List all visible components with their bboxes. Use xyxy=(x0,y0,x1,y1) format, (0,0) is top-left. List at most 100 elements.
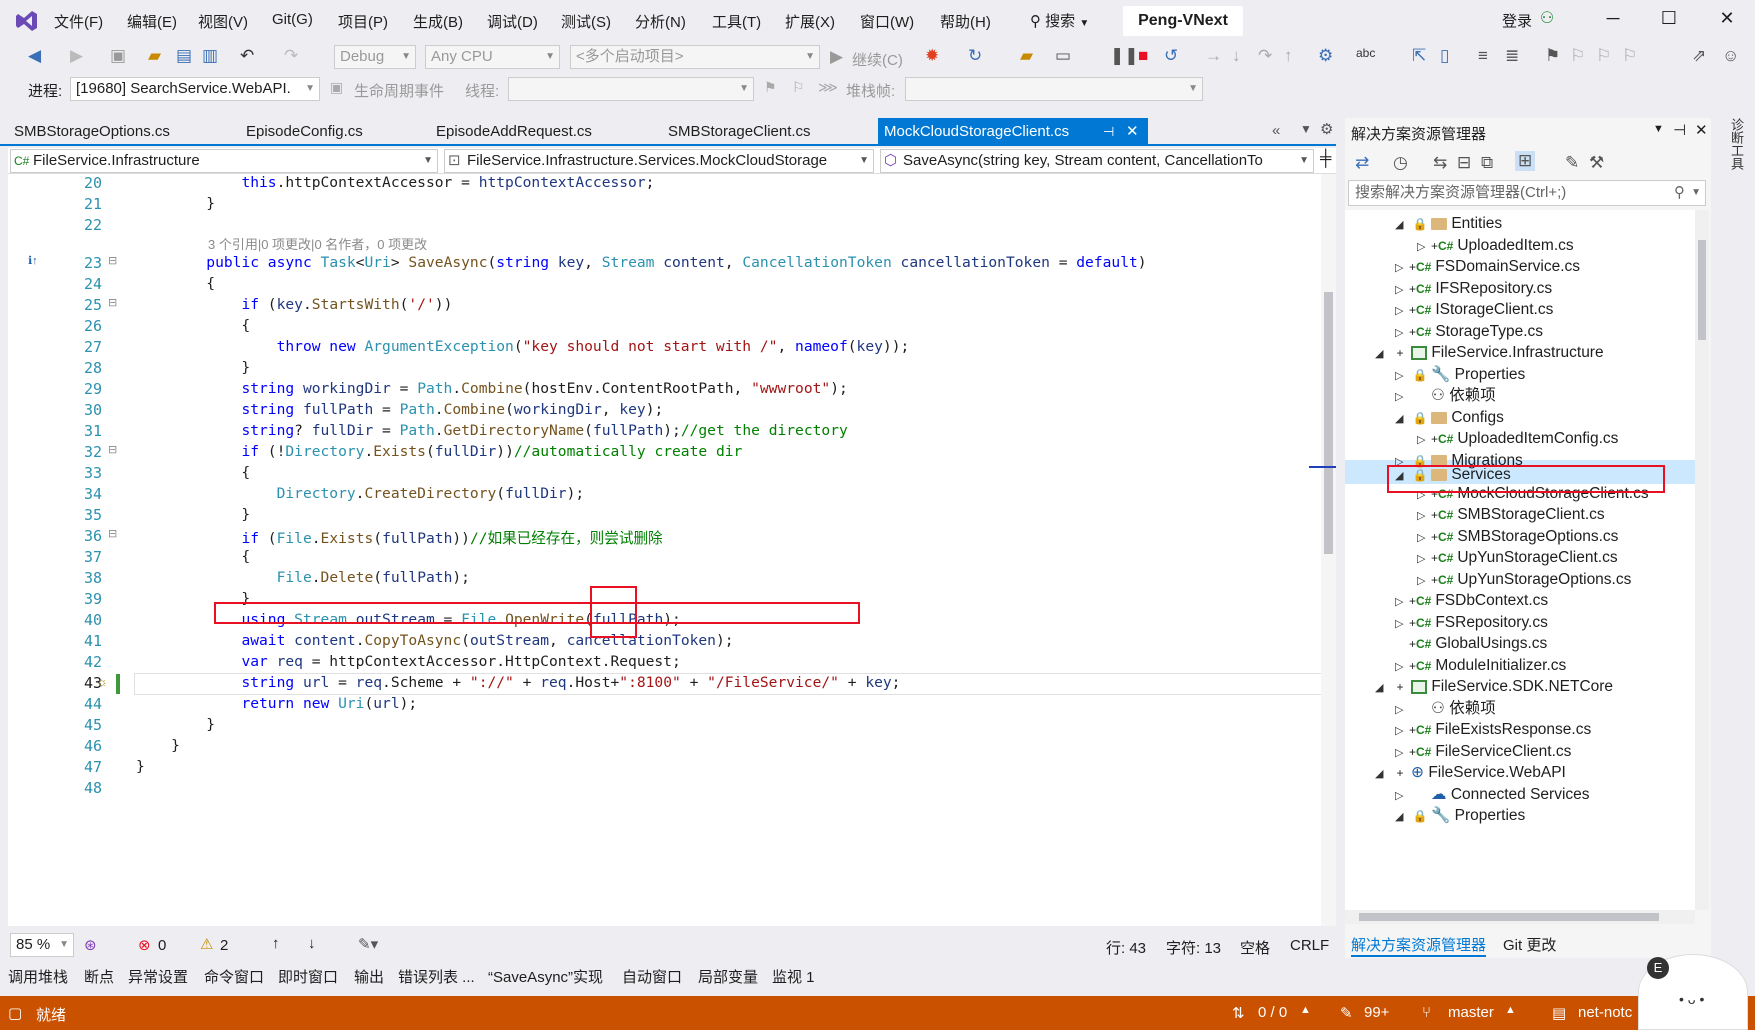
tree-item[interactable]: ▷ +C# SMBStorageClient.cs xyxy=(1417,503,1605,527)
sync-icon[interactable]: ⇅ xyxy=(1232,1004,1245,1022)
char-indicator[interactable]: 字符: 13 xyxy=(1166,937,1221,958)
properties-icon[interactable]: ✎ xyxy=(1565,153,1579,173)
visual-studio-logo-icon[interactable] xyxy=(14,8,40,34)
stackframe-select[interactable]: ▼ xyxy=(905,77,1203,101)
spacing-indicator[interactable]: 空格 xyxy=(1240,937,1270,958)
lifecycle-events-button[interactable]: 生命周期事件 xyxy=(354,80,444,101)
share-icon[interactable]: ⇗ xyxy=(1692,46,1706,66)
sync-count[interactable]: 0 / 0 xyxy=(1258,1004,1287,1021)
tab-exception-settings[interactable]: 异常设置 xyxy=(128,966,188,987)
menu-file[interactable]: 文件(F) xyxy=(54,11,103,32)
search-button[interactable]: ⚲ 搜索 ▼ xyxy=(1030,10,1110,31)
solution-search-input[interactable]: 搜索解决方案资源管理器(Ctrl+;) ⚲ ▼ xyxy=(1348,180,1706,206)
tab-smbstorageclient[interactable]: SMBStorageClient.cs xyxy=(662,118,872,146)
collapse-icon[interactable]: ⊟ xyxy=(108,296,117,309)
next-issue-icon[interactable]: ↓ xyxy=(308,935,316,952)
tree-item[interactable]: ▷ +C# FileExistsResponse.cs xyxy=(1395,718,1591,742)
line-indicator[interactable]: 行: 43 xyxy=(1106,937,1146,958)
tree-item[interactable]: ▷ +C# UpYunStorageClient.cs xyxy=(1417,546,1618,570)
restart-icon[interactable]: ↻ xyxy=(968,46,982,66)
new-project-icon[interactable]: ▣ xyxy=(110,46,126,66)
menu-test[interactable]: 测试(S) xyxy=(561,11,611,32)
close-icon[interactable]: ✕ xyxy=(1695,121,1708,139)
tree-item-project[interactable]: ◢ + FileService.Infrastructure xyxy=(1375,341,1604,365)
scrollbar-thumb[interactable] xyxy=(1698,240,1706,340)
tree-item[interactable]: ▷ +C# IStorageClient.cs xyxy=(1395,298,1553,322)
process-select[interactable]: [19680] SearchService.WebAPI. ▼ xyxy=(70,77,320,101)
feedback-icon[interactable]: ☺ xyxy=(1722,46,1739,66)
diagnostics-icon[interactable]: ⚙ xyxy=(1318,46,1333,66)
tab-mockcloudstorageclient[interactable]: MockCloudStorageClient.cs ⊣ ✕ xyxy=(878,118,1148,146)
pointer-icon[interactable]: ⇱ xyxy=(1412,46,1426,66)
folder-icon[interactable]: ▰ xyxy=(1020,46,1033,66)
tab-smbstorageoptions[interactable]: SMBStorageOptions.cs xyxy=(8,118,233,146)
menu-window[interactable]: 窗口(W) xyxy=(860,11,914,32)
diagnostics-tools-side-tab[interactable]: 诊断工具 xyxy=(1716,118,1746,208)
tree-item[interactable]: ▷ +C# FSDbContext.cs xyxy=(1395,589,1548,613)
branch-name[interactable]: master xyxy=(1448,1004,1494,1021)
tab-episodeaddrequest[interactable]: EpisodeAddRequest.cs xyxy=(430,118,650,146)
chevron-up-icon[interactable]: ▲ xyxy=(1505,1004,1516,1016)
menu-tools[interactable]: 工具(T) xyxy=(712,11,761,32)
platform-select[interactable]: Any CPU ▼ xyxy=(425,45,560,69)
tab-immediate-window[interactable]: 即时窗口 xyxy=(278,966,338,987)
tab-call-stack[interactable]: 调用堆栈 xyxy=(8,966,68,987)
split-editor-icon[interactable]: ╪ xyxy=(1320,150,1331,168)
forward-icon[interactable]: ▶ xyxy=(70,46,83,66)
scroll-tabs-icon[interactable]: « xyxy=(1272,122,1280,139)
lifecycle-icon[interactable]: ▣ xyxy=(330,79,343,96)
tree-item[interactable]: +C# GlobalUsings.cs xyxy=(1395,632,1547,656)
menu-help[interactable]: 帮助(H) xyxy=(940,11,991,32)
bookmark-icon[interactable]: ⚑ xyxy=(1545,46,1560,66)
step-into-icon[interactable]: ↓ xyxy=(1232,46,1241,66)
close-tab-icon[interactable]: ✕ xyxy=(1126,118,1139,146)
menu-project[interactable]: 项目(P) xyxy=(338,11,388,32)
close-icon[interactable]: ✕ xyxy=(1712,8,1742,29)
branch-icon[interactable]: ⑂ xyxy=(1422,1004,1431,1021)
tab-watch-1[interactable]: 监视 1 xyxy=(772,966,815,987)
menu-build[interactable]: 生成(B) xyxy=(413,11,463,32)
save-icon[interactable]: ▤ xyxy=(176,46,192,66)
collapse-icon[interactable]: ⊟ xyxy=(108,254,117,267)
pin-icon[interactable]: ⊣ xyxy=(1673,121,1686,139)
codelens[interactable]: 3 个引用|0 项更改|0 名作者，0 项更改 xyxy=(208,234,427,253)
thread-select[interactable]: ▼ xyxy=(508,77,754,101)
pending-changes-icon[interactable]: ◷ xyxy=(1393,153,1408,173)
spellcheck-icon[interactable]: abc xyxy=(1356,46,1375,60)
tree-item-project[interactable]: ◢ + FileService.SDK.NETCore xyxy=(1375,675,1613,699)
menu-edit[interactable]: 编辑(E) xyxy=(127,11,177,32)
restart-debug-icon[interactable]: ↺ xyxy=(1164,46,1178,66)
flag-thread-icon[interactable]: ⚑ xyxy=(764,79,777,96)
menu-extensions[interactable]: 扩展(X) xyxy=(785,11,835,32)
tab-error-list[interactable]: 错误列表 ... xyxy=(398,966,475,987)
step-over-icon[interactable]: ↷ xyxy=(1258,46,1272,66)
prev-issue-icon[interactable]: ↑ xyxy=(272,935,280,952)
tab-saveasync-implementation[interactable]: “SaveAsync”实现 xyxy=(488,966,603,987)
config-select[interactable]: Debug ▼ xyxy=(334,45,416,69)
stop-icon[interactable]: ■ xyxy=(1138,46,1148,66)
project-dropdown[interactable]: C# FileService.Infrastructure ▼ xyxy=(10,149,438,173)
repo-icon[interactable]: ▤ xyxy=(1552,1004,1566,1022)
hot-reload-icon[interactable]: ✹ xyxy=(925,46,939,66)
maximize-icon[interactable]: ☐ xyxy=(1654,8,1684,29)
login-link[interactable]: 登录 xyxy=(1502,10,1532,31)
tree-item[interactable]: ◢ 🔒 🔧 Properties xyxy=(1395,804,1525,828)
collapse-icon[interactable]: ⊟ xyxy=(108,443,117,456)
health-icon[interactable]: ⊛ xyxy=(84,936,97,954)
error-count[interactable]: 0 xyxy=(158,937,166,954)
vertical-scrollbar[interactable] xyxy=(1309,174,1336,926)
tab-command-window[interactable]: 命令窗口 xyxy=(204,966,264,987)
eol-indicator[interactable]: CRLF xyxy=(1290,937,1329,954)
warning-icon[interactable]: ⚠ xyxy=(200,935,213,953)
save-all-icon[interactable]: ▥ xyxy=(202,46,218,66)
prev-bookmark-icon[interactable]: ⚐ xyxy=(1570,46,1585,66)
tab-list-icon[interactable]: ▼ xyxy=(1300,122,1312,136)
tab-episodeconfig[interactable]: EpisodeConfig.cs xyxy=(240,118,420,146)
window-layout-icon[interactable]: ▭ xyxy=(1055,46,1071,66)
tab-settings-icon[interactable]: ⚙ xyxy=(1320,120,1333,138)
tab-breakpoints[interactable]: 断点 xyxy=(84,966,114,987)
code-cleanup-icon[interactable]: ✎▾ xyxy=(358,935,378,953)
preview-selected-icon[interactable]: ⊞ xyxy=(1515,151,1536,171)
tab-autos[interactable]: 自动窗口 xyxy=(622,966,682,987)
comment-icon[interactable]: ≡ xyxy=(1478,46,1488,66)
